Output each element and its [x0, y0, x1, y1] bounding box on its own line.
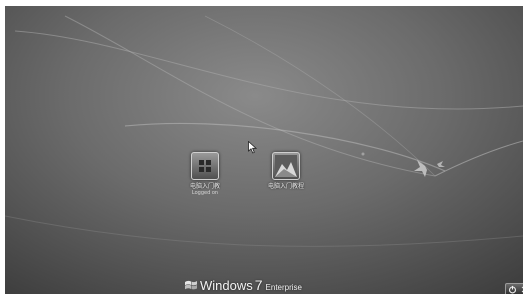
user-tile-2[interactable]: 电脑入门教程 — [251, 152, 321, 190]
background-swoosh — [5, 15, 523, 247]
logon-screen: 电脑入门教 Logged on 电脑入门教程 Windows 7 Enterpr… — [5, 6, 523, 294]
power-icon — [508, 285, 517, 294]
user-photo-icon — [272, 152, 300, 180]
windows-logo-icon — [191, 152, 219, 180]
windows-version: 7 — [254, 277, 263, 293]
user-name: 电脑入门教程 — [267, 183, 304, 190]
chevron-right-icon[interactable] — [521, 286, 523, 293]
windows-edition: Enterprise — [265, 283, 303, 292]
shutdown-button[interactable] — [505, 283, 523, 294]
windows-wordmark: Windows — [200, 278, 253, 293]
windows-flag-icon — [185, 280, 197, 290]
mouse-cursor-icon — [248, 141, 257, 154]
user-tile-1[interactable]: 电脑入门教 Logged on — [170, 152, 240, 196]
user-status: Logged on — [191, 190, 219, 196]
user-name: 电脑入门教 — [189, 183, 220, 190]
windows-branding: Windows 7 Enterprise — [185, 277, 302, 293]
